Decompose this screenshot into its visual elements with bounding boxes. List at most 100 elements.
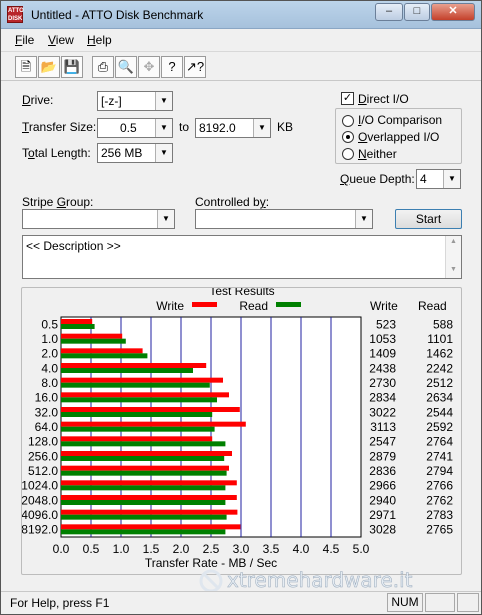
num-lock-indicator: NUM bbox=[387, 593, 423, 612]
total-length-label: Total Length: bbox=[22, 146, 91, 160]
x-tick-label: 2.5 bbox=[203, 542, 220, 556]
legend-write-swatch bbox=[192, 302, 217, 307]
new-icon[interactable]: 🗎 bbox=[15, 56, 37, 78]
chevron-down-icon: ▼ bbox=[253, 119, 270, 137]
category-label: 1.0 bbox=[41, 332, 58, 346]
write-value: 2966 bbox=[369, 479, 396, 493]
legend-read-label: Read bbox=[239, 299, 268, 313]
drive-label: Drive: bbox=[22, 93, 54, 107]
write-value: 2836 bbox=[369, 464, 396, 478]
overlapped-io-radio[interactable] bbox=[342, 131, 354, 143]
write-value: 1053 bbox=[369, 332, 396, 346]
write-value: 2438 bbox=[369, 361, 396, 375]
read-value: 1462 bbox=[426, 347, 453, 361]
category-label: 256.0 bbox=[28, 449, 58, 463]
read-value: 2762 bbox=[426, 493, 453, 507]
print-preview-icon[interactable]: 🔍 bbox=[115, 56, 137, 78]
category-label: 8.0 bbox=[41, 376, 58, 390]
scroll-up-icon[interactable]: ▲ bbox=[450, 238, 457, 245]
minimize-button[interactable]: – bbox=[375, 3, 403, 21]
direct-io-checkbox[interactable]: ✓ bbox=[341, 92, 354, 105]
write-value: 523 bbox=[376, 317, 396, 331]
status-help-text: For Help, press F1 bbox=[10, 596, 110, 610]
menu-file[interactable]: File bbox=[15, 33, 34, 47]
context-help-icon[interactable]: ↗? bbox=[184, 56, 206, 78]
chevron-down-icon: ▼ bbox=[155, 92, 172, 110]
x-tick-label: 3.0 bbox=[233, 542, 250, 556]
neither-radio[interactable] bbox=[342, 148, 354, 160]
help-icon[interactable]: ? bbox=[161, 56, 183, 78]
read-value: 2592 bbox=[426, 420, 453, 434]
app-logo-icon: ATTO DISK bbox=[7, 6, 24, 23]
drive-select[interactable]: [-z-] ▼ bbox=[97, 91, 173, 111]
bar-read bbox=[61, 426, 215, 432]
description-text: << Description >> bbox=[26, 239, 121, 253]
save-icon[interactable]: 💾 bbox=[61, 56, 83, 78]
bar-write bbox=[61, 451, 232, 456]
menu-bar: File View Help bbox=[1, 30, 481, 50]
neither-label: Neither bbox=[358, 147, 397, 161]
title-bar[interactable]: ATTO DISK Untitled - ATTO Disk Benchmark … bbox=[1, 1, 481, 29]
bar-read bbox=[61, 485, 226, 491]
read-value: 2544 bbox=[426, 405, 453, 419]
description-scrollbar[interactable]: ▲ ▼ bbox=[445, 236, 461, 278]
x-tick-label: 4.0 bbox=[293, 542, 310, 556]
write-value: 2940 bbox=[369, 493, 396, 507]
transfer-size-to-select[interactable]: 8192.0 ▼ bbox=[195, 118, 271, 138]
bar-write bbox=[61, 421, 246, 427]
print-icon[interactable]: ⎙ bbox=[92, 56, 114, 78]
stripe-group-select[interactable]: ▼ bbox=[22, 209, 175, 229]
chevron-down-icon: ▼ bbox=[157, 210, 174, 228]
controlled-by-select[interactable]: ▼ bbox=[195, 209, 373, 229]
bar-read bbox=[61, 338, 126, 344]
read-value: 2765 bbox=[426, 523, 453, 537]
to-label: to bbox=[179, 120, 190, 134]
bar-write bbox=[61, 333, 123, 339]
test-results-group: Test Results Write Read Write Read 0.5 523 588 1… bbox=[21, 287, 462, 575]
kb-label: KB bbox=[277, 120, 294, 134]
bar-write bbox=[61, 319, 93, 324]
window-title: Untitled - ATTO Disk Benchmark bbox=[31, 8, 204, 22]
read-value: 2634 bbox=[426, 391, 453, 405]
bar-write bbox=[61, 495, 237, 500]
svg-text:xtremehardware.it: xtremehardware.it bbox=[227, 568, 413, 592]
maximize-button[interactable]: □ bbox=[404, 3, 430, 21]
bar-read bbox=[61, 382, 210, 388]
move-icon[interactable]: ✥ bbox=[138, 56, 160, 78]
menu-help[interactable]: Help bbox=[87, 33, 112, 47]
toolbar: 🗎 📂 💾 ⎙ 🔍 ✥ ? ↗? bbox=[1, 51, 481, 81]
write-value: 3028 bbox=[369, 523, 396, 537]
status-bar: For Help, press F1 NUM bbox=[1, 591, 481, 614]
bar-read bbox=[61, 500, 226, 505]
x-tick-label: 3.5 bbox=[263, 542, 280, 556]
open-icon[interactable]: 📂 bbox=[38, 56, 60, 78]
scroll-down-icon[interactable]: ▼ bbox=[450, 266, 457, 273]
close-button[interactable]: ✕ bbox=[431, 3, 475, 21]
total-length-select[interactable]: 256 MB ▼ bbox=[97, 143, 173, 163]
read-value: 2512 bbox=[426, 376, 453, 390]
chevron-down-icon: ▼ bbox=[355, 210, 372, 228]
read-value: 2764 bbox=[426, 435, 453, 449]
bar-read bbox=[61, 441, 226, 447]
read-value: 1101 bbox=[427, 332, 453, 346]
bar-read bbox=[61, 353, 148, 359]
menu-view[interactable]: View bbox=[48, 33, 74, 47]
queue-depth-select[interactable]: 4 ▼ bbox=[416, 169, 461, 189]
category-label: 0.5 bbox=[41, 317, 58, 331]
table-header-read: Read bbox=[418, 299, 447, 313]
x-tick-label: 5.0 bbox=[353, 542, 370, 556]
controlled-by-label: Controlled by: bbox=[195, 195, 270, 209]
x-tick-label: 0.5 bbox=[83, 542, 100, 556]
app-window: ATTO DISK Untitled - ATTO Disk Benchmark … bbox=[0, 0, 482, 615]
io-comparison-radio[interactable] bbox=[342, 115, 354, 127]
write-value: 2971 bbox=[369, 508, 396, 522]
transfer-size-from-select[interactable]: 0.5 ▼ bbox=[97, 118, 173, 138]
bar-write bbox=[61, 377, 223, 383]
read-value: 2242 bbox=[426, 361, 453, 375]
description-field[interactable]: << Description >> ▲ ▼ bbox=[22, 235, 462, 279]
bar-read bbox=[61, 397, 217, 403]
start-button[interactable]: Start bbox=[395, 209, 462, 229]
status-pane-empty bbox=[425, 593, 455, 612]
bar-read bbox=[61, 368, 193, 373]
write-value: 2834 bbox=[369, 391, 396, 405]
